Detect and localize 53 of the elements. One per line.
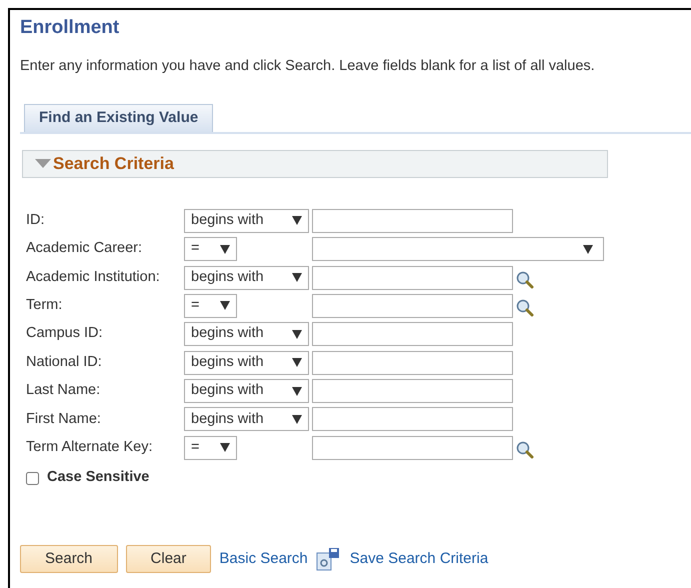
- caret-icon: [220, 443, 230, 452]
- search-icon[interactable]: [516, 298, 534, 317]
- operator-dropdown[interactable]: =: [184, 294, 237, 318]
- instructions: Enter any information you have and click Search. Leave fields blank for a list of all values.: [20, 57, 596, 76]
- value-field[interactable]: [312, 322, 513, 346]
- save-search-icon[interactable]: [316, 547, 340, 572]
- link[interactable]: Save Search Criteria: [350, 548, 488, 570]
- checkbox[interactable]: [26, 472, 39, 485]
- tab[interactable]: Find an Existing Value: [24, 104, 214, 132]
- caret-icon: [292, 216, 302, 226]
- caret-icon: [583, 244, 593, 254]
- operator-dropdown[interactable]: begins with: [184, 407, 309, 432]
- operator-dropdown[interactable]: begins with: [184, 266, 309, 290]
- section-header[interactable]: Search Criteria: [22, 150, 608, 178]
- value-field[interactable]: [312, 208, 513, 233]
- field-label: Academic Career:: [26, 239, 144, 258]
- operator-dropdown[interactable]: begins with: [184, 322, 309, 346]
- value-field[interactable]: [312, 407, 513, 432]
- field-label: Last Name:: [26, 381, 102, 400]
- caret-icon: [292, 414, 302, 424]
- operator-dropdown[interactable]: begins with: [184, 350, 309, 375]
- field-label: National ID:: [26, 352, 103, 372]
- caret-icon: [292, 358, 302, 368]
- field-label: Term Alternate Key:: [26, 438, 154, 457]
- action-button[interactable]: Clear: [126, 545, 212, 574]
- field-label: Academic Institution:: [26, 268, 161, 287]
- collapse-triangle-icon: [35, 158, 51, 169]
- value-field[interactable]: [312, 379, 513, 404]
- caret-icon: [292, 273, 302, 282]
- link[interactable]: Basic Search: [219, 548, 308, 570]
- value-field[interactable]: [312, 294, 513, 318]
- search-icon[interactable]: [516, 270, 534, 289]
- operator-dropdown[interactable]: begins with: [184, 208, 309, 233]
- value-field[interactable]: [312, 436, 513, 460]
- section-title: Search Criteria: [53, 153, 174, 175]
- caret-icon: [220, 244, 230, 254]
- operator-dropdown[interactable]: =: [184, 237, 237, 262]
- value-field[interactable]: [312, 350, 513, 375]
- field-label: Term:: [26, 296, 64, 316]
- value-dropdown[interactable]: [312, 237, 604, 262]
- field-label: First Name:: [26, 410, 102, 429]
- search-icon[interactable]: [516, 440, 534, 459]
- field-label: Campus ID:: [26, 324, 104, 344]
- field-label: ID:: [26, 210, 46, 230]
- caret-icon: [292, 386, 302, 396]
- operator-dropdown[interactable]: begins with: [184, 379, 309, 404]
- checkbox-label: Case Sensitive: [47, 468, 150, 488]
- page-title: Enrollment: [20, 16, 120, 40]
- action-button[interactable]: Search: [20, 545, 118, 574]
- operator-dropdown[interactable]: =: [184, 436, 237, 460]
- caret-icon: [220, 301, 230, 310]
- caret-icon: [292, 330, 302, 339]
- value-field[interactable]: [312, 266, 513, 290]
